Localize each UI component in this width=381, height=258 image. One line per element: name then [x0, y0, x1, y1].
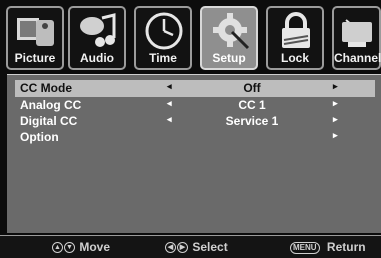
gear-icon: [213, 13, 250, 50]
left-arrow-icon[interactable]: ◂: [167, 81, 172, 92]
tab-label: Picture: [14, 51, 56, 65]
settings-panel: CC Mode ◂ Off ▸ Analog CC ◂ CC 1 ▸ Digit…: [7, 74, 381, 233]
move-label: Move: [79, 240, 111, 254]
analog-cc-row[interactable]: Analog CC ◂ CC 1 ▸: [15, 97, 375, 114]
row-label: Digital CC: [20, 114, 78, 128]
row-value: CC 1: [238, 98, 266, 112]
row-label: CC Mode: [20, 81, 72, 95]
audio-icon: [80, 13, 116, 47]
tab-lock[interactable]: Lock: [266, 6, 324, 70]
tab-label: Channel: [334, 51, 381, 65]
move-hint: ▲ ▼ Move: [52, 240, 110, 254]
right-arrow-icon: ▶: [177, 242, 188, 254]
right-arrow-icon[interactable]: ▸: [333, 130, 338, 141]
tab-label: Lock: [280, 51, 309, 65]
row-value: Service 1: [225, 114, 279, 128]
footer-bar: ▲ ▼ Move ◀ ▶ Select MENU Return: [0, 235, 381, 258]
up-arrow-icon: ▲: [52, 242, 63, 254]
tab-label: Audio: [80, 51, 114, 65]
down-arrow-icon: ▼: [64, 242, 75, 254]
row-value: Off: [243, 81, 261, 95]
osd-frame: Picture Audio Time Setup Lock Channel CC…: [0, 0, 381, 258]
left-arrow-icon: ◀: [165, 242, 176, 254]
tab-picture[interactable]: Picture: [6, 6, 64, 70]
tab-label: Time: [149, 51, 177, 65]
menu-button-icon: MENU: [290, 241, 320, 254]
clock-icon: [145, 12, 183, 50]
left-arrow-icon[interactable]: ◂: [167, 114, 172, 125]
tab-channel[interactable]: Channel: [332, 6, 381, 70]
return-label: Return: [326, 240, 366, 254]
tab-setup[interactable]: Setup: [200, 6, 258, 70]
lock-icon: [282, 12, 310, 48]
select-label: Select: [192, 240, 228, 254]
row-label: Analog CC: [20, 98, 82, 112]
row-label: Option: [20, 130, 59, 144]
tab-time[interactable]: Time: [134, 6, 192, 70]
right-arrow-icon[interactable]: ▸: [333, 81, 338, 92]
left-arrow-icon[interactable]: ◂: [167, 98, 172, 109]
right-arrow-icon[interactable]: ▸: [333, 98, 338, 109]
return-hint: MENU Return: [290, 240, 366, 254]
cc-mode-row[interactable]: CC Mode ◂ Off ▸: [15, 80, 375, 97]
right-arrow-icon[interactable]: ▸: [333, 114, 338, 125]
select-hint: ◀ ▶ Select: [165, 240, 228, 254]
tab-bar: Picture Audio Time Setup Lock Channel: [6, 6, 381, 72]
tab-label: Setup: [212, 51, 246, 65]
digital-cc-row[interactable]: Digital CC ◂ Service 1 ▸: [15, 113, 375, 130]
tab-audio[interactable]: Audio: [68, 6, 126, 70]
option-row[interactable]: Option ▸: [15, 129, 375, 146]
satellite-dish-icon: [342, 19, 372, 47]
picture-icon: [17, 18, 54, 46]
